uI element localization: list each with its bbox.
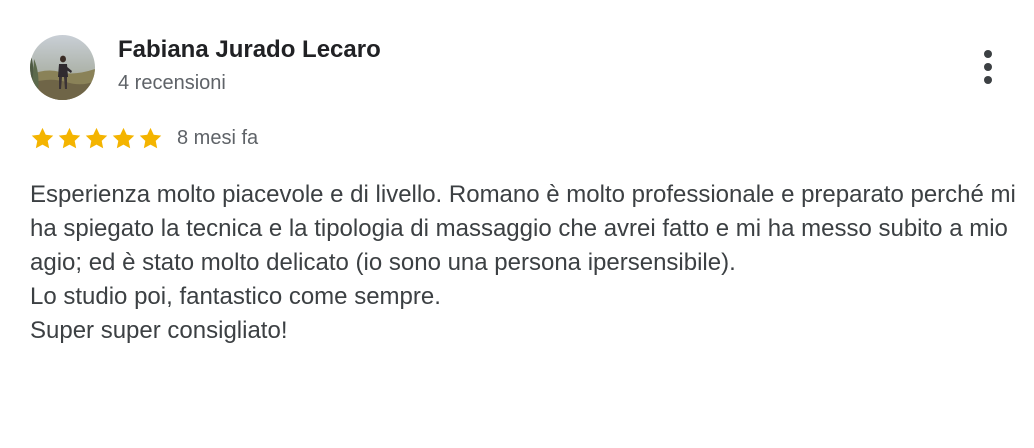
review-paragraph: Super super consigliato! [30,317,288,344]
author-review-count[interactable]: 4 recensioni [118,72,226,95]
star-icon [112,127,135,148]
review-text: Esperienza molto piacevole e di livello.… [30,178,1020,348]
star-icon [58,127,81,148]
review-card: Fabiana Jurado Lecaro 4 recensioni 8 mes… [0,0,1034,448]
star-icon [139,127,162,148]
star-icon [31,127,54,148]
review-paragraph: Lo studio poi, fantastico come sempre. [30,283,441,310]
avatar-photo [30,35,95,100]
more-vert-icon [984,50,992,58]
rating-row: 8 mesi fa [30,124,258,152]
review-paragraph: Esperienza molto piacevole e di livello.… [30,181,1016,276]
more-options-button[interactable] [972,44,1004,90]
review-date: 8 mesi fa [177,126,259,149]
author-name[interactable]: Fabiana Jurado Lecaro [118,36,381,64]
star-rating [30,126,163,151]
more-vert-dot [984,63,992,71]
author-avatar[interactable] [30,35,95,100]
star-icon [85,127,108,148]
more-vert-dot [984,76,992,84]
